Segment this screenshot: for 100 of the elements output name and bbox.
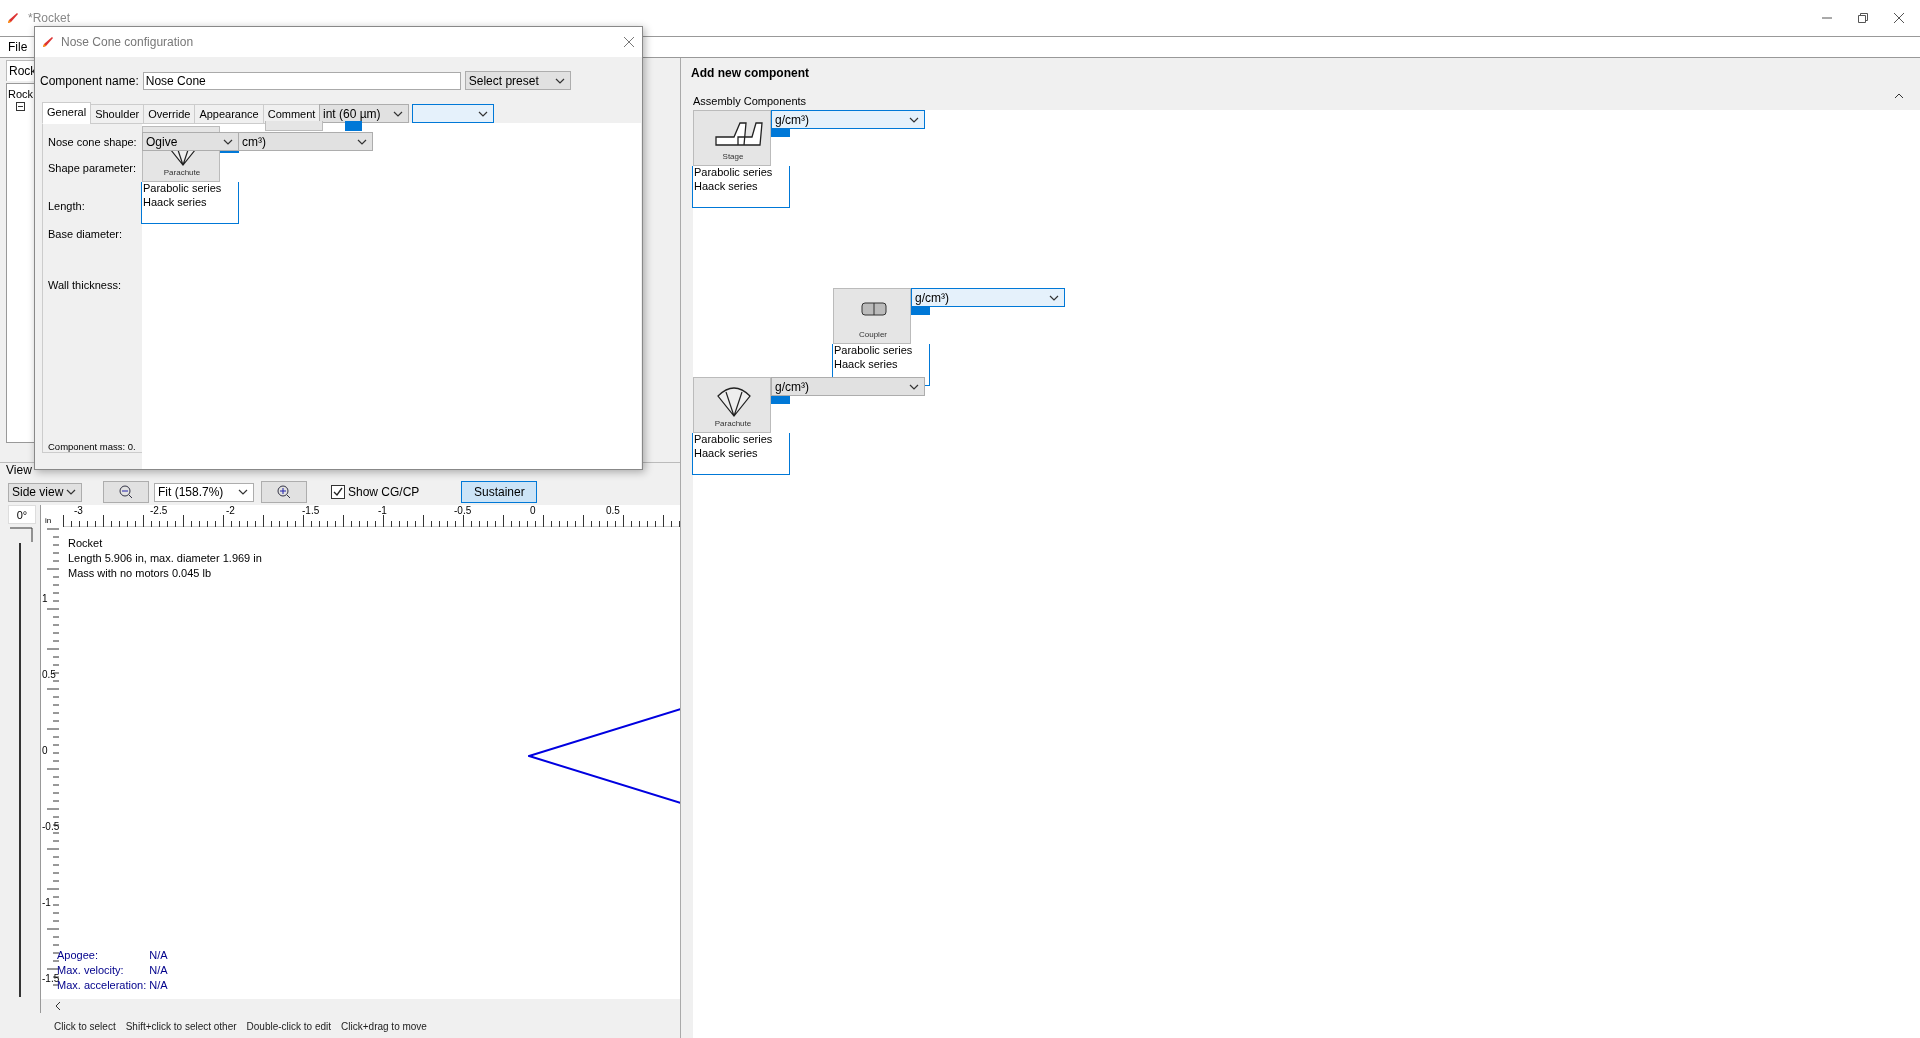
selection-marker <box>911 307 930 315</box>
rocket-info-text: Mass with no motors 0.045 lb <box>68 567 213 579</box>
tile-caption: Parachute <box>162 168 202 177</box>
blank-dropdown[interactable] <box>412 104 494 123</box>
hint-text: Shift+click to select other <box>125 1020 237 1032</box>
scroll-left-icon[interactable] <box>55 1002 61 1010</box>
rocket-icon <box>41 35 55 49</box>
ruler-tick-label: 1 <box>42 593 48 604</box>
tab[interactable]: Override <box>143 104 196 124</box>
preset-dropdown[interactable]: Select preset <box>464 71 571 90</box>
chevron-icon <box>357 138 367 145</box>
stage-fins-icon <box>715 122 763 146</box>
component-tile[interactable]: Parachute <box>693 377 771 433</box>
ruler-tick-label: -2 <box>226 505 235 516</box>
list-item[interactable]: Haack series <box>834 357 928 371</box>
mass-text: Component mass: 0. <box>48 441 136 452</box>
ruler-tick-label: 0.5 <box>42 669 56 680</box>
field-label: Component name: <box>40 73 139 88</box>
list-item[interactable]: Haack series <box>694 446 788 460</box>
field-label: Length: <box>48 200 85 212</box>
ruler-tick-label: -2.5 <box>150 505 168 516</box>
tree-item[interactable]: Rock <box>8 88 34 100</box>
rocket-icon <box>6 11 20 25</box>
list-item[interactable]: Parabolic series <box>694 166 788 180</box>
hint-text: Click+drag to move <box>341 1020 427 1032</box>
stat-value: N/A <box>149 949 168 961</box>
close-icon[interactable] <box>1894 13 1904 23</box>
field-label: Base diameter: <box>48 228 122 240</box>
density-dropdown[interactable]: g/cm³) <box>771 110 925 129</box>
ruler-tick-label: -1 <box>42 897 51 908</box>
view-label: View <box>5 463 33 479</box>
chevron-icon <box>223 138 233 145</box>
checkbox[interactable] <box>331 485 345 499</box>
close-icon[interactable] <box>624 37 634 47</box>
zoom-in-icon <box>277 485 291 499</box>
selection-marker <box>771 129 790 137</box>
checkbox-label: Show CG/CP <box>348 485 420 499</box>
tab[interactable]: General <box>42 102 92 124</box>
field-label: Shape parameter: <box>48 162 137 174</box>
stat-label: Max. velocity: <box>57 964 125 976</box>
list-item[interactable]: Parabolic series <box>834 344 928 358</box>
zoom-in-button[interactable] <box>261 481 307 503</box>
component-tile[interactable]: Coupler <box>833 288 911 344</box>
zoom-out-icon <box>119 485 133 499</box>
ruler-tick-label: -1 <box>378 505 387 516</box>
horizontal-scrollbar[interactable] <box>41 999 680 1013</box>
density-dropdown[interactable]: g/cm³) <box>911 288 1065 307</box>
field-label: Nose cone shape: <box>48 136 137 148</box>
frame-title: Add new component <box>691 66 809 80</box>
list-item[interactable]: Parabolic series <box>143 182 237 196</box>
list-item[interactable]: Parabolic series <box>694 433 788 447</box>
hint-text: Double-click to edit <box>246 1020 332 1032</box>
selection-marker <box>345 121 362 131</box>
scroll-up-icon[interactable] <box>1895 93 1903 99</box>
dialog-title: Nose Cone configuration <box>61 35 194 49</box>
name-field[interactable]: Nose Cone <box>142 71 461 90</box>
series-list[interactable]: Parabolic series Haack series <box>692 433 790 475</box>
unit-label: in <box>45 516 52 525</box>
ruler-tick-label: 0 <box>530 505 536 516</box>
finish-dropdown[interactable]: int (60 µm) <box>319 104 409 123</box>
menu-item[interactable]: File <box>8 40 28 54</box>
view-type-dropdown[interactable]: Side view <box>8 482 82 502</box>
series-list[interactable]: Parabolic series Haack series <box>692 166 790 208</box>
list-item[interactable]: Haack series <box>143 195 237 209</box>
section-label: Assembly Components <box>693 95 807 107</box>
restore-icon[interactable] <box>1858 13 1868 23</box>
stage-toggle-button[interactable]: Sustainer <box>461 481 538 503</box>
chevron-icon <box>238 489 248 495</box>
chevron-icon <box>909 116 919 123</box>
ruler-tick-label: 0 <box>42 745 48 756</box>
stat-value: N/A <box>149 979 168 991</box>
ruler-tick-label: -0.5 <box>42 821 60 832</box>
material-dropdown[interactable]: cm³) <box>238 132 373 151</box>
zoom-dropdown[interactable]: Fit (158.7%) <box>154 482 254 502</box>
density-dropdown[interactable]: g/cm³) <box>771 377 925 396</box>
stat-label: Apogee: <box>57 949 99 961</box>
ruler-tick-label: -3 <box>74 505 83 516</box>
tile-caption: Coupler <box>858 330 888 339</box>
series-list[interactable]: Parabolic series Haack series <box>141 182 239 224</box>
zoom-out-button[interactable] <box>103 481 149 503</box>
collapse-icon[interactable] <box>16 102 25 111</box>
rocket-info-text: Length 5.906 in, max. diameter 1.969 in <box>68 552 262 564</box>
chevron-icon <box>478 110 488 117</box>
window-title: *Rocket <box>28 11 71 25</box>
tab[interactable]: Shoulder <box>90 104 145 124</box>
chevron-icon <box>393 110 403 117</box>
chevron-icon <box>554 77 565 84</box>
shape-dropdown[interactable]: Ogive <box>142 132 239 151</box>
parachute-icon <box>717 387 751 417</box>
chevron-icon <box>66 489 76 495</box>
selection-marker <box>771 396 790 404</box>
tile-caption: Stage <box>721 152 745 161</box>
component-tile[interactable]: Stage <box>693 110 771 166</box>
hint-text: Click to select <box>54 1020 116 1032</box>
angle-readout: 0° <box>8 505 36 524</box>
ruler-tick-label: -0.5 <box>454 505 472 516</box>
list-item[interactable]: Haack series <box>694 179 788 193</box>
field-label: Wall thickness: <box>48 279 121 291</box>
slider-thumb[interactable] <box>10 527 33 543</box>
tab[interactable]: Appearance <box>194 104 264 124</box>
